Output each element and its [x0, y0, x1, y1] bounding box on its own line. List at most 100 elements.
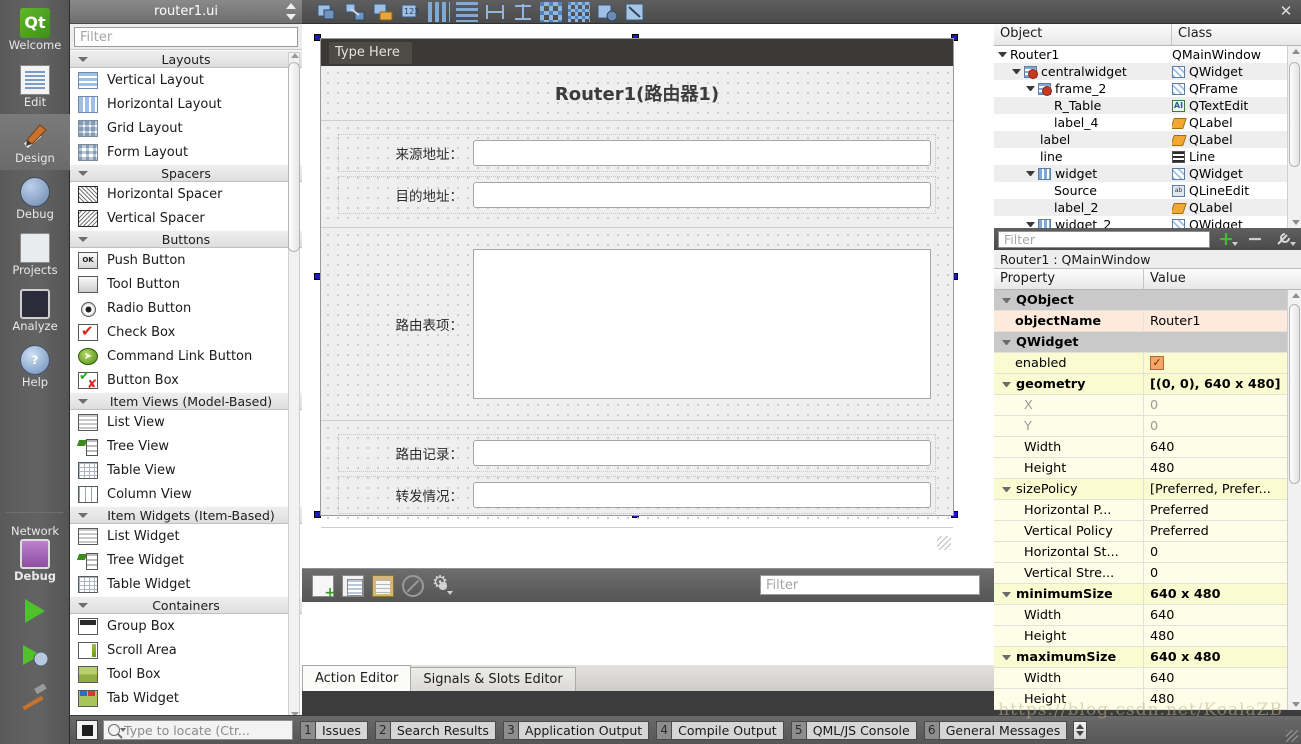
widget-item-column-view[interactable]: Column View — [70, 482, 302, 506]
widget-item-vertical-spacer[interactable]: Vertical Spacer — [70, 206, 302, 230]
property-value[interactable]: Preferred — [1144, 500, 1301, 520]
widget-item-list-widget[interactable]: List Widget — [70, 524, 302, 548]
chevron-down-icon[interactable] — [1026, 222, 1035, 227]
form-menubar[interactable]: Type Here — [321, 39, 953, 66]
widget-box-section-containers[interactable]: Containers — [70, 596, 302, 614]
chevron-down-icon[interactable] — [1002, 592, 1011, 597]
form-row-forwarding-status[interactable]: 转发情况： — [339, 477, 935, 513]
kit-selector[interactable]: Network Debug — [0, 517, 70, 589]
scroll-down-icon[interactable] — [1292, 220, 1300, 225]
edit-tab-order-icon[interactable]: 123 — [400, 2, 422, 22]
table-row[interactable]: Vertical Stre... 0 — [994, 563, 1301, 584]
layout-vertically-icon[interactable] — [456, 2, 478, 22]
table-row[interactable]: Width 640 — [994, 668, 1301, 689]
table-row[interactable]: Height 480 — [994, 689, 1301, 710]
form-row-source-address[interactable]: 来源地址： — [339, 135, 935, 171]
source-address-input[interactable] — [473, 140, 931, 166]
enabled-checkbox[interactable]: ✓ — [1150, 356, 1164, 370]
property-value[interactable]: 0 — [1144, 563, 1301, 583]
column-header-class[interactable]: Class — [1172, 24, 1301, 45]
scroll-down-icon[interactable] — [1292, 702, 1300, 707]
table-row[interactable]: label QLabel — [994, 131, 1301, 148]
property-value[interactable]: Router1 — [1144, 311, 1301, 331]
widget-item-button-box[interactable]: Button Box — [70, 368, 302, 392]
widget-box-section-buttons[interactable]: Buttons — [70, 230, 302, 248]
form-statusbar[interactable] — [321, 528, 953, 552]
column-header-property[interactable]: Property — [994, 269, 1144, 289]
table-row[interactable]: sizePolicy [Preferred, Prefer... — [994, 479, 1301, 500]
output-pane-qml-js-console[interactable]: 5 QML/JS Console — [791, 720, 917, 740]
layout-grid-icon[interactable] — [568, 2, 590, 22]
layout-horizontally-icon[interactable] — [428, 2, 450, 22]
widget-box-filter-input[interactable]: Filter — [74, 27, 298, 47]
property-value[interactable]: Preferred — [1144, 521, 1301, 541]
property-value[interactable]: 480 — [1144, 689, 1301, 709]
break-layout-icon[interactable] — [596, 2, 618, 22]
property-value[interactable]: 0 — [1144, 542, 1301, 562]
size-grip-icon[interactable] — [937, 536, 951, 550]
scrollbar-thumb[interactable] — [1289, 62, 1300, 167]
widget-item-check-box[interactable]: Check Box — [70, 320, 302, 344]
table-row[interactable]: Width 640 — [994, 437, 1301, 458]
paste-icon[interactable] — [372, 575, 394, 597]
locator-input[interactable]: Type to locate (Ctr... — [103, 720, 293, 740]
action-editor-filter-input[interactable]: Filter — [760, 575, 980, 595]
remove-property-button[interactable]: − — [1242, 230, 1268, 248]
open-documents-selector[interactable]: router1.ui — [70, 0, 302, 24]
widget-item-group-box[interactable]: Group Box — [70, 614, 302, 638]
form-row-routing-record[interactable]: 路由记录： — [339, 435, 935, 471]
chevron-down-icon[interactable] — [1026, 86, 1035, 91]
widget-item-horizontal-spacer[interactable]: Horizontal Spacer — [70, 182, 302, 206]
routing-table-textedit[interactable] — [473, 249, 931, 399]
widget-item-radio-button[interactable]: Radio Button — [70, 296, 302, 320]
scroll-up-icon[interactable] — [1292, 49, 1300, 54]
table-row[interactable]: geometry [(0, 0), 640 x 480] — [994, 374, 1301, 395]
scroll-up-icon[interactable] — [291, 53, 299, 58]
table-row[interactable]: Height 480 — [994, 458, 1301, 479]
property-value[interactable]: 640 — [1144, 668, 1301, 688]
widget-box-section-item-widgets[interactable]: Item Widgets (Item-Based) — [70, 506, 302, 524]
table-row[interactable]: X 0 — [994, 395, 1301, 416]
table-row[interactable]: label_2 QLabel — [994, 199, 1301, 216]
column-header-object[interactable]: Object — [994, 24, 1172, 45]
table-row[interactable]: enabled ✓ — [994, 353, 1301, 374]
form-widget-selected[interactable]: Type Here Router1(路由器1) 来源地址： 目的地址： — [314, 34, 958, 518]
form-row-destination-address[interactable]: 目的地址： — [339, 177, 935, 213]
widget-box-scrollbar[interactable] — [288, 52, 300, 718]
property-value[interactable]: [Preferred, Prefer... — [1144, 479, 1301, 499]
output-pane-issues[interactable]: 1 Issues — [300, 720, 368, 740]
property-value[interactable]: 640 x 480 — [1144, 584, 1301, 604]
chevron-down-icon[interactable] — [1002, 340, 1011, 345]
chevron-down-icon[interactable] — [1026, 171, 1035, 176]
property-value[interactable]: 480 — [1144, 626, 1301, 646]
scrollbar-thumb[interactable] — [1289, 304, 1300, 484]
widget-box-section-item-views[interactable]: Item Views (Model-Based) — [70, 392, 302, 410]
form-row-routing-table[interactable]: 路由表项： — [339, 244, 935, 404]
widget-item-tab-widget[interactable]: Tab Widget — [70, 686, 302, 710]
property-editor-scrollbar[interactable] — [1287, 290, 1301, 710]
table-row[interactable]: line Line — [994, 148, 1301, 165]
edit-signals-slots-icon[interactable] — [344, 2, 366, 22]
object-inspector-tree[interactable]: Router1 QMainWindow centralwidget QWidge… — [994, 46, 1301, 228]
object-inspector-scrollbar[interactable] — [1287, 46, 1301, 228]
mode-design[interactable]: Design — [0, 114, 70, 170]
table-row[interactable]: QObject — [994, 290, 1301, 311]
chevron-down-icon[interactable] — [1002, 298, 1011, 303]
output-pane-application-output[interactable]: 3 Application Output — [503, 720, 649, 740]
table-row[interactable]: Width 640 — [994, 605, 1301, 626]
widget-box-section-layouts[interactable]: Layouts — [70, 50, 302, 68]
new-action-icon[interactable] — [312, 575, 334, 597]
output-pane-search-results[interactable]: 2 Search Results — [375, 720, 496, 740]
mode-help[interactable]: ? Help — [0, 338, 70, 394]
chevron-down-icon[interactable] — [1002, 487, 1011, 492]
table-row[interactable]: objectName Router1 — [994, 311, 1301, 332]
table-row[interactable]: Source ab QLineEdit — [994, 182, 1301, 199]
widget-box-list[interactable]: Layouts Vertical Layout Horizontal Layou… — [70, 49, 302, 720]
form-main-window[interactable]: Type Here Router1(路由器1) 来源地址： 目的地址： — [320, 38, 954, 516]
table-row[interactable]: minimumSize 640 x 480 — [994, 584, 1301, 605]
widget-item-vertical-layout[interactable]: Vertical Layout — [70, 68, 302, 92]
output-pane-spinner[interactable] — [1073, 721, 1087, 740]
scroll-up-icon[interactable] — [1292, 293, 1300, 298]
widget-item-form-layout[interactable]: Form Layout — [70, 140, 302, 164]
widget-item-grid-layout[interactable]: Grid Layout — [70, 116, 302, 140]
